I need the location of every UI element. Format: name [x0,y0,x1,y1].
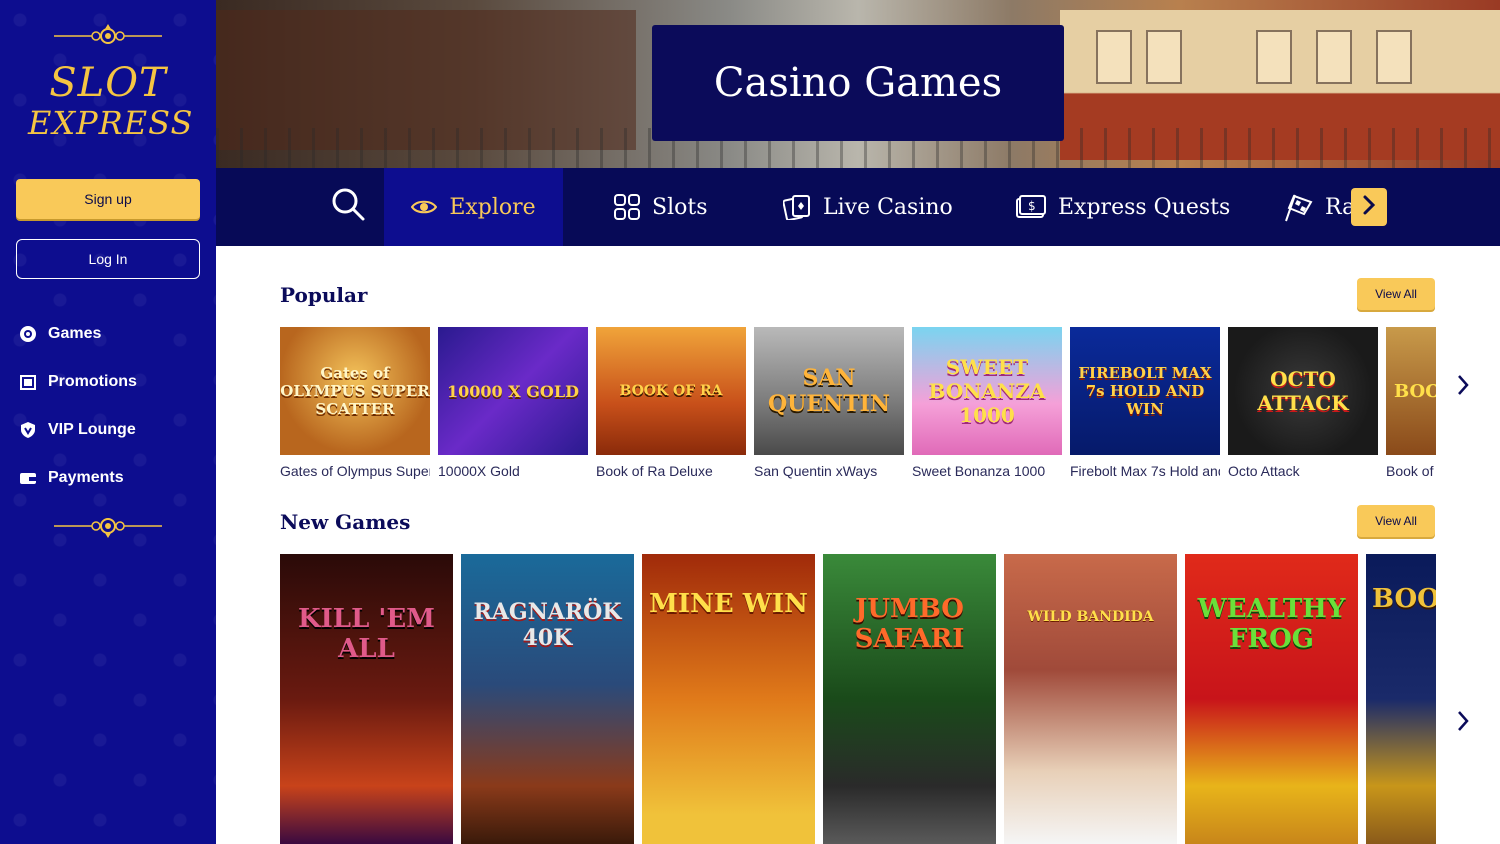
tab-express-quests[interactable]: $ Express Quests [1016,168,1230,246]
vip-shield-icon [18,420,38,440]
game-art: MINE WIN [642,554,815,844]
hero-title-box: Casino Games [652,25,1064,141]
game-tile[interactable]: OCTO ATTACK Octo Attack [1228,327,1378,479]
tab-label: Explore [449,194,536,220]
sidebar-item-vip-lounge[interactable]: VIP Lounge [18,406,208,454]
popular-games-row: Gates of OLYMPUS SUPER SCATTER Gates of … [280,327,1436,487]
race-flag-icon [1283,192,1313,222]
game-art: SWEET BONANZA 1000 [912,327,1062,455]
game-art: WILD BANDIDA [1004,554,1177,844]
tab-search[interactable] [312,168,384,246]
train-window [1316,30,1352,84]
game-tile[interactable]: RAGNARÖK 40K [461,554,634,844]
game-art: SAN QUENTIN [754,327,904,455]
wallet-icon [18,468,38,488]
game-tile[interactable]: KILL 'EM ALL [280,554,453,844]
grid-icon [614,194,640,220]
game-art: JUMBO SAFARI [823,554,996,844]
popular-view-all-button[interactable]: View All [1357,278,1435,310]
sidebar-item-promotions[interactable]: Promotions [18,358,208,406]
game-art: RAGNARÖK 40K [461,554,634,844]
game-art: OCTO ATTACK [1228,327,1378,455]
chevron-right-icon [1457,374,1469,400]
svg-text:$: $ [1028,199,1036,213]
chip-icon [18,324,38,344]
page-title: Casino Games [713,60,1003,106]
game-tile[interactable]: Gates of OLYMPUS SUPER SCATTER Gates of … [280,327,430,479]
ticket-icon: $ [1016,195,1046,219]
game-title: San Quentin xWays [754,463,878,479]
game-art: Gates of OLYMPUS SUPER SCATTER [280,327,430,455]
game-tile[interactable]: FIREBOLT MAX 7s HOLD AND WIN Firebolt Ma… [1070,327,1220,479]
sidebar-item-label: Payments [48,469,124,486]
sidebar: SLOT EXPRESS Sign up Log In Games Promot… [0,0,216,844]
sidebar-item-label: Promotions [48,373,137,390]
game-tile[interactable]: 10000 X GOLD 10000X Gold [438,327,588,479]
game-art: KILL 'EM ALL [280,554,453,844]
log-in-button[interactable]: Log In [16,239,200,279]
popular-section-title: Popular [280,283,368,307]
game-title: 10000X Gold [438,463,520,479]
game-art: BOOK OF RA [596,327,746,455]
game-title: Book of Dead [1386,463,1436,479]
tab-explore[interactable]: Explore [384,168,563,246]
new-games-next-button[interactable] [1455,711,1471,735]
game-art: FIREBOLT MAX 7s HOLD AND WIN [1070,327,1220,455]
search-icon [330,186,366,228]
game-tile[interactable]: SWEET BONANZA 1000 Sweet Bonanza 1000 [912,327,1062,479]
game-tile[interactable]: BOOK FLA [1366,554,1436,844]
game-tile[interactable]: SAN QUENTIN San Quentin xWays [754,327,904,479]
logo-line-2: EXPRESS [28,104,194,142]
game-tile[interactable]: WILD BANDIDA [1004,554,1177,844]
game-title: Book of Ra Deluxe [596,463,713,479]
game-art: 10000 X GOLD [438,327,588,455]
game-tile[interactable]: BOOK OF RA Book of Ra Deluxe [596,327,746,479]
new-games-view-all-button[interactable]: View All [1357,505,1435,537]
tab-label: Slots [652,194,708,220]
train-window [1146,30,1182,84]
cards-icon [783,194,811,220]
game-title: Gates of Olympus Super Scatter [280,463,430,479]
game-tile[interactable]: JUMBO SAFARI [823,554,996,844]
gift-icon [18,372,38,392]
logo-line-1: SLOT [49,60,167,106]
tab-label: Express Quests [1058,194,1231,220]
ornament-bottom-icon [54,518,162,538]
game-title: Firebolt Max 7s Hold and Win [1070,463,1220,479]
game-art: WEALTHY FROG [1185,554,1358,844]
train-window [1096,30,1132,84]
game-title: Octo Attack [1228,463,1300,479]
tab-slots[interactable]: Slots [614,168,707,246]
sidebar-item-payments[interactable]: Payments [18,454,208,502]
slot-express-logo[interactable]: SLOT EXPRESS [28,60,194,152]
hero-banner: Casino Games [216,0,1500,168]
sign-up-button[interactable]: Sign up [16,179,200,219]
chevron-right-icon [1457,710,1469,736]
category-next-button[interactable] [1351,188,1387,226]
game-tile[interactable]: MINE WIN [642,554,815,844]
sidebar-nav: Games Promotions VIP Lounge Payments [18,310,208,502]
train-window [1376,30,1412,84]
game-art: BOOK FLA [1366,554,1436,844]
sidebar-item-games[interactable]: Games [18,310,208,358]
train-window [1256,30,1292,84]
chevron-right-icon [1362,194,1376,220]
game-art: BOOK OF [1386,327,1436,455]
sidebar-item-label: VIP Lounge [48,421,136,438]
tab-label: Live Casino [823,194,953,220]
category-bar: Explore Slots Live Casino $ Express Ques… [216,168,1500,246]
game-title: Sweet Bonanza 1000 [912,463,1046,479]
game-tile[interactable]: BOOK OF Book of Dead [1386,327,1436,479]
tab-races[interactable]: Ra [1283,168,1355,246]
new-games-row: KILL 'EM ALL RAGNARÖK 40K MINE WIN JUMBO… [280,554,1436,844]
game-tile[interactable]: WEALTHY FROG [1185,554,1358,844]
tab-live-casino[interactable]: Live Casino [783,168,953,246]
ornament-top-icon [54,24,162,44]
eye-icon [411,198,438,216]
sidebar-item-label: Games [48,325,102,342]
popular-next-button[interactable] [1455,375,1471,399]
new-games-section-title: New Games [280,510,411,534]
